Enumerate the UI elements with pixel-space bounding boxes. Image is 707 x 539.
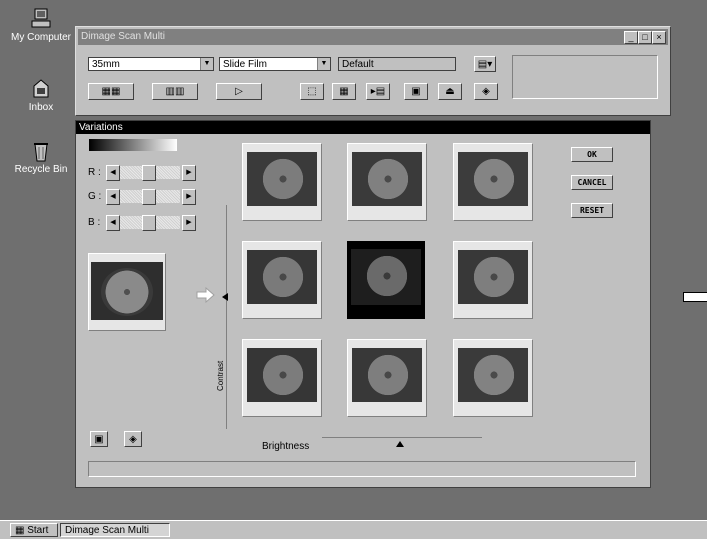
variations-title: Variations	[79, 122, 123, 133]
original-preview	[88, 253, 166, 331]
preferences-button[interactable]: ▣	[404, 83, 428, 100]
prescan-button[interactable]: ▷	[216, 83, 262, 100]
film-format-value: 35mm	[92, 59, 120, 70]
film-type-select[interactable]: Slide Film ▼	[219, 57, 331, 71]
desktop-icon-label: Recycle Bin	[14, 164, 68, 175]
arrow-left-icon[interactable]: ◀	[106, 165, 120, 181]
arrow-right-icon	[196, 286, 216, 306]
green-label: G :	[88, 191, 102, 202]
frames-icon: ▥▥	[165, 86, 185, 97]
help-button[interactable]: ◈	[124, 431, 142, 447]
variation-thumb-6[interactable]	[453, 241, 533, 319]
variation-thumb-current[interactable]	[347, 241, 425, 319]
contrast-label: Contrast	[216, 360, 225, 391]
main-window-titlebar[interactable]: Dimage Scan Multi _ □ ×	[78, 29, 668, 45]
brightness-label: Brightness	[262, 441, 310, 452]
slider-thumb[interactable]	[142, 215, 156, 231]
eject-button[interactable]: ⏏	[438, 83, 462, 100]
variations-button[interactable]: ▦	[332, 83, 356, 100]
blue-slider[interactable]: ◀ ▶	[106, 215, 196, 231]
taskbar-item-dimage-scan-multi[interactable]: Dimage Scan Multi	[60, 523, 170, 537]
crop-button[interactable]: ⬚	[300, 83, 324, 100]
arrow-right-icon[interactable]: ▶	[182, 189, 196, 205]
maximize-button[interactable]: □	[638, 31, 652, 44]
windows-logo-icon: ▦	[15, 525, 25, 536]
setting-value: Default	[342, 59, 374, 70]
arrow-right-icon[interactable]: ▶	[182, 165, 196, 181]
slider-thumb[interactable]	[142, 189, 156, 205]
contrast-axis	[226, 205, 227, 429]
variation-thumb-8[interactable]	[347, 339, 427, 417]
cancel-button[interactable]: CANCEL	[571, 175, 613, 190]
ok-button[interactable]: OK	[571, 147, 613, 162]
menu-dropdown-icon: ▤▾	[477, 59, 493, 70]
variation-thumb-7[interactable]	[242, 339, 322, 417]
desktop-icon-recycle-bin[interactable]: Recycle Bin	[5, 140, 77, 175]
start-button[interactable]: ▦ Start	[10, 523, 58, 537]
close-button[interactable]: ×	[652, 31, 666, 44]
setting-field[interactable]: Default	[338, 57, 456, 71]
display-button[interactable]: ▣	[90, 431, 108, 447]
taskbar: ▦ Start Dimage Scan Multi	[0, 520, 707, 539]
desktop: My Computer Inbox Recycle Bin Dimage Sca…	[0, 0, 707, 520]
main-window: Dimage Scan Multi _ □ × 35mm ▼ Slide Fil…	[75, 26, 671, 116]
variation-thumb-9[interactable]	[453, 339, 533, 417]
scan-icon: ▸▤	[370, 86, 386, 97]
brightness-marker[interactable]	[396, 441, 404, 447]
inbox-icon	[28, 78, 54, 100]
folder-icon: ▣	[411, 86, 421, 97]
taskbar-item-label: Dimage Scan Multi	[65, 525, 149, 536]
help-button[interactable]: ◈	[474, 83, 498, 100]
filmstrip-icon: ▦▦	[101, 86, 121, 97]
play-icon: ▷	[235, 86, 243, 97]
frame-select-button[interactable]: ▥▥	[152, 83, 198, 100]
red-label: R :	[88, 167, 101, 178]
scan-button[interactable]: ▸▤	[366, 83, 390, 100]
film-format-select[interactable]: 35mm ▼	[88, 57, 214, 71]
main-window-title: Dimage Scan Multi	[81, 31, 165, 42]
info-panel	[512, 55, 658, 99]
variations-dialog: Variations R : ◀ ▶ G : ◀ ▶ B : ◀ ▶ Contr…	[75, 120, 651, 488]
eject-icon: ⏏	[445, 86, 455, 97]
desktop-icon-my-computer[interactable]: My Computer	[5, 8, 77, 43]
desktop-icon-label: My Computer	[10, 32, 71, 43]
monitor-icon: ▣	[94, 434, 104, 445]
status-bar	[88, 461, 636, 477]
desktop-icon-inbox[interactable]: Inbox	[5, 78, 77, 113]
film-type-value: Slide Film	[223, 59, 267, 70]
offscreen-window-edge	[683, 292, 707, 302]
blue-label: B :	[88, 217, 101, 228]
arrow-right-icon[interactable]: ▶	[182, 215, 196, 231]
contrast-marker[interactable]	[222, 293, 228, 301]
computer-icon	[28, 8, 54, 30]
arrow-left-icon[interactable]: ◀	[106, 215, 120, 231]
minimize-button[interactable]: _	[624, 31, 638, 44]
start-label: Start	[27, 525, 49, 536]
slider-thumb[interactable]	[142, 165, 156, 181]
reset-button[interactable]: RESET	[571, 203, 613, 218]
variation-thumb-2[interactable]	[347, 143, 427, 221]
book-icon: ◈	[129, 434, 137, 445]
red-slider[interactable]: ◀ ▶	[106, 165, 196, 181]
arrow-left-icon[interactable]: ◀	[106, 189, 120, 205]
book-icon: ◈	[482, 86, 490, 97]
brightness-gradient	[89, 139, 177, 151]
grid-icon: ▦	[339, 86, 349, 97]
variation-thumb-4[interactable]	[242, 241, 322, 319]
green-slider[interactable]: ◀ ▶	[106, 189, 196, 205]
index-scan-button[interactable]: ▦▦	[88, 83, 134, 100]
variations-titlebar[interactable]: Variations	[76, 121, 650, 134]
variation-thumb-3[interactable]	[453, 143, 533, 221]
brightness-axis	[322, 437, 482, 438]
crop-icon: ⬚	[307, 86, 317, 97]
desktop-icon-label: Inbox	[28, 102, 54, 113]
chevron-down-icon: ▼	[317, 58, 330, 70]
chevron-down-icon: ▼	[200, 58, 213, 70]
variation-thumb-1[interactable]	[242, 143, 322, 221]
recycle-bin-icon	[28, 140, 54, 162]
setting-menu-button[interactable]: ▤▾	[474, 56, 496, 72]
